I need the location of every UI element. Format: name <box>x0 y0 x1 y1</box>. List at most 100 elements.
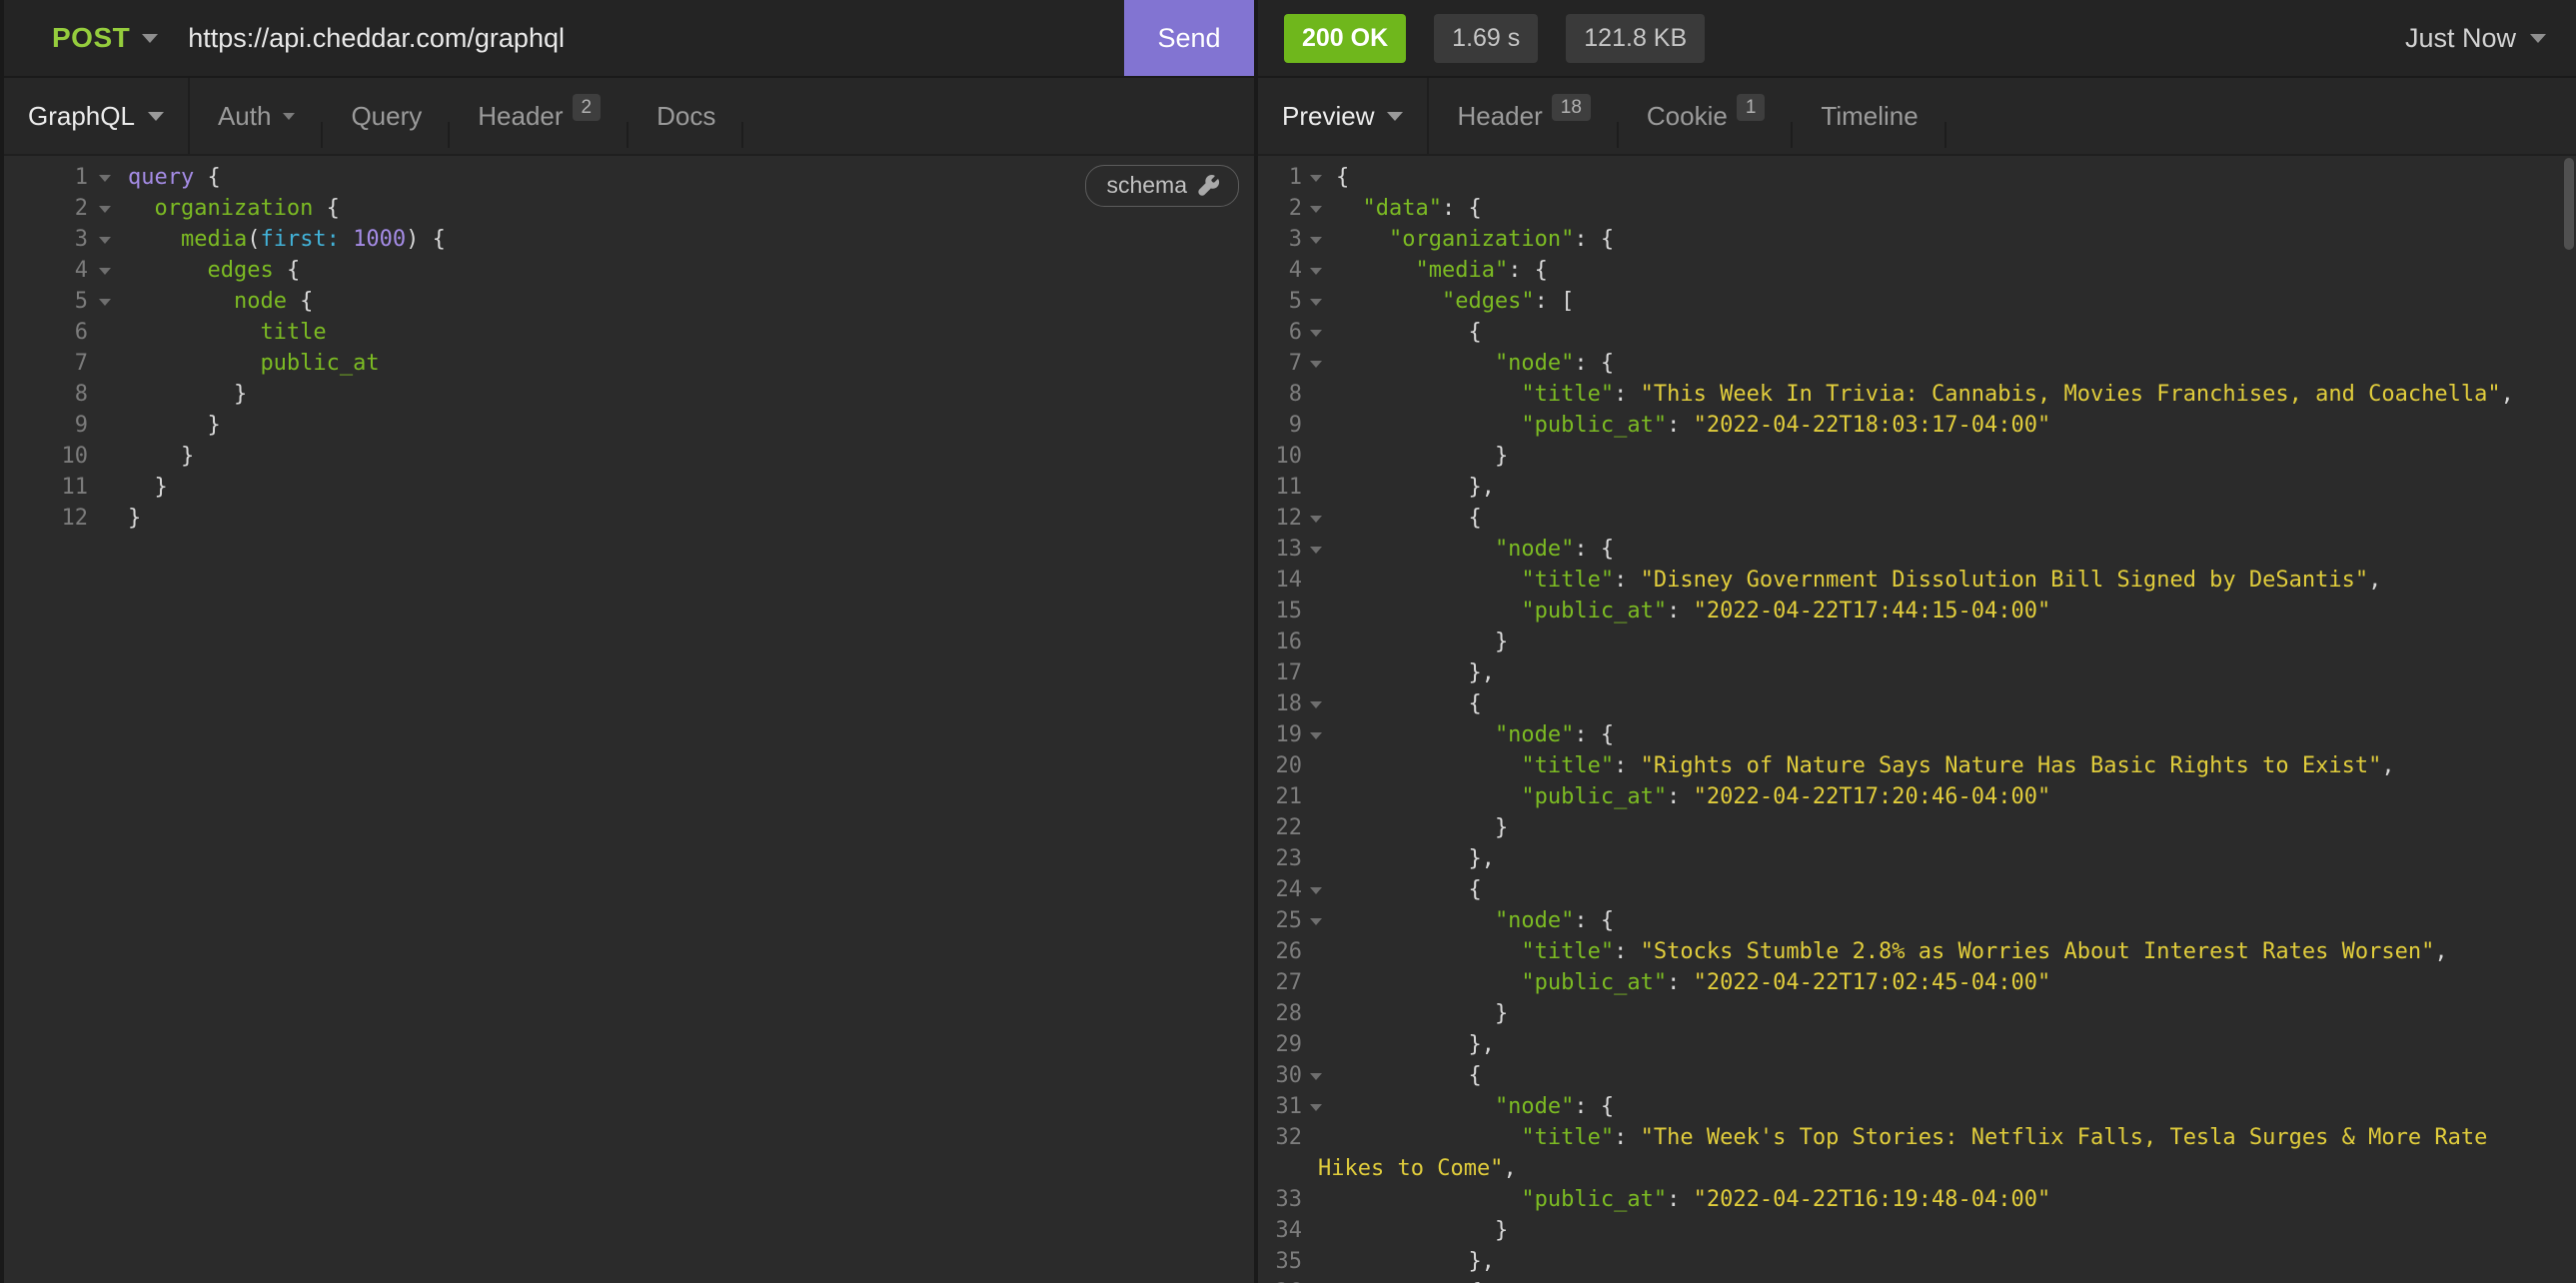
main-area: GraphQL Auth QueryHeader2Docs 1query {2or… <box>4 78 2576 1283</box>
fold-icon[interactable] <box>1302 719 1330 750</box>
code-line: 5"edges": [ <box>1258 286 2576 317</box>
fold-icon[interactable] <box>1302 534 1330 565</box>
code-line: 30{ <box>1258 1060 2576 1091</box>
line-number: 9 <box>4 410 88 441</box>
code-line: 34} <box>1258 1215 2576 1246</box>
scrollbar-thumb[interactable] <box>2564 158 2574 250</box>
line-number: 8 <box>1258 379 1302 410</box>
fold-icon[interactable] <box>1302 255 1330 286</box>
preview-mode-dropdown[interactable]: Preview <box>1258 78 1429 154</box>
tab-header[interactable]: Header18 <box>1429 78 1618 154</box>
tab-header[interactable]: Header2 <box>450 78 629 154</box>
code-line: Hikes to Come", <box>1258 1153 2576 1184</box>
code-text: "public_at": "2022-04-22T16:19:48-04:00" <box>1330 1184 2050 1215</box>
fold-icon[interactable] <box>1302 224 1330 255</box>
fold-icon[interactable] <box>88 255 122 286</box>
line-number: 1 <box>1258 162 1302 193</box>
code-line: 9"public_at": "2022-04-22T18:03:17-04:00… <box>1258 410 2576 441</box>
line-number: 31 <box>1258 1091 1302 1122</box>
fold-icon[interactable] <box>1302 317 1330 348</box>
code-line: 4"media": { <box>1258 255 2576 286</box>
history-dropdown[interactable]: Just Now <box>2405 23 2546 54</box>
tab-query[interactable]: Query <box>323 78 450 154</box>
line-number: 2 <box>4 193 88 224</box>
tab-timeline[interactable]: Timeline <box>1793 78 1945 154</box>
code-line: 6{ <box>1258 317 2576 348</box>
code-text: "title": "Disney Government Dissolution … <box>1330 565 2381 596</box>
code-text: Hikes to Come", <box>1258 1153 1517 1184</box>
code-line: 24{ <box>1258 874 2576 905</box>
preview-mode-label: Preview <box>1282 101 1374 132</box>
tab-label: Timeline <box>1821 101 1918 132</box>
line-number: 33 <box>1258 1184 1302 1215</box>
fold-icon[interactable] <box>1302 1060 1330 1091</box>
tab-cookie[interactable]: Cookie 1 <box>1619 78 1794 154</box>
line-number: 35 <box>1258 1246 1302 1277</box>
fold-icon[interactable] <box>88 162 122 193</box>
code-text: { <box>1330 688 1482 719</box>
send-button[interactable]: Send <box>1124 0 1254 76</box>
caret-down-icon <box>148 112 164 121</box>
fold-icon[interactable] <box>1302 193 1330 224</box>
line-number: 27 <box>1258 967 1302 998</box>
code-line: 1{ <box>1258 162 2576 193</box>
line-number: 10 <box>4 441 88 472</box>
code-text: }, <box>1330 843 1495 874</box>
code-text: } <box>122 379 247 410</box>
schema-button[interactable]: schema <box>1085 165 1239 207</box>
code-text: } <box>1330 441 1508 472</box>
tab-auth[interactable]: Auth <box>190 78 324 154</box>
code-line: 27 "public_at": "2022-04-22T17:02:45-04:0… <box>1258 967 2576 998</box>
tab-label: Cookie <box>1647 101 1728 132</box>
fold-spacer <box>1302 936 1330 967</box>
fold-icon[interactable] <box>1302 905 1330 936</box>
time-badge: 1.69 s <box>1434 14 1538 63</box>
fold-spacer <box>88 472 122 503</box>
code-text: "public_at": "2022-04-22T17:02:45-04:00" <box>1330 967 2050 998</box>
fold-icon[interactable] <box>1302 1277 1330 1283</box>
body-type-dropdown[interactable]: GraphQL <box>4 78 190 154</box>
line-number: 12 <box>1258 503 1302 534</box>
code-line: 13"node": { <box>1258 534 2576 565</box>
code-line: 21"public_at": "2022-04-22T17:20:46-04:0… <box>1258 781 2576 812</box>
fold-spacer <box>1302 1122 1330 1153</box>
fold-icon[interactable] <box>1302 688 1330 719</box>
code-text: "title": "This Week In Trivia: Cannabis,… <box>1330 379 2514 410</box>
workspace: POST https://api.cheddar.com/graphql Sen… <box>4 0 2576 1283</box>
fold-icon[interactable] <box>1302 503 1330 534</box>
code-line: 2organization { <box>4 193 1254 224</box>
url-input[interactable]: https://api.cheddar.com/graphql <box>188 23 1124 54</box>
response-tabbar: Preview Header18 Cookie 1 Timeline <box>1258 78 2576 156</box>
tab-label: Auth <box>218 101 272 132</box>
code-text: "public_at": "2022-04-22T18:03:17-04:00" <box>1330 410 2050 441</box>
code-text: { <box>1330 162 1349 193</box>
fold-icon[interactable] <box>88 193 122 224</box>
fold-icon[interactable] <box>1302 286 1330 317</box>
response-viewer[interactable]: 1{2"data": {3"organization": {4"media": … <box>1258 156 2576 1283</box>
code-text: { <box>1330 1277 1482 1283</box>
fold-spacer <box>1302 472 1330 503</box>
code-text: "public_at": "2022-04-22T17:20:46-04:00" <box>1330 781 2050 812</box>
code-line: 8 "title": "This Week In Trivia: Cannabis… <box>1258 379 2576 410</box>
code-text: node { <box>122 286 313 317</box>
fold-icon[interactable] <box>1302 874 1330 905</box>
line-number: 19 <box>1258 719 1302 750</box>
fold-icon[interactable] <box>1302 162 1330 193</box>
fold-icon[interactable] <box>1302 348 1330 379</box>
line-number: 1 <box>4 162 88 193</box>
fold-icon[interactable] <box>88 224 122 255</box>
fold-icon[interactable] <box>88 286 122 317</box>
code-line: 7"node": { <box>1258 348 2576 379</box>
tab-count-badge: 1 <box>1737 94 1766 121</box>
tab-docs[interactable]: Docs <box>629 78 743 154</box>
method-dropdown[interactable]: POST <box>4 22 158 54</box>
code-text: }, <box>1330 657 1495 688</box>
fold-spacer <box>88 410 122 441</box>
fold-icon[interactable] <box>1302 1091 1330 1122</box>
caret-down-icon <box>283 113 295 120</box>
code-line: 4edges { <box>4 255 1254 286</box>
query-editor[interactable]: 1query {2organization {3media(first: 100… <box>4 156 1254 1283</box>
code-line: 12{ <box>1258 503 2576 534</box>
code-text: }, <box>1330 472 1495 503</box>
line-number: 17 <box>1258 657 1302 688</box>
